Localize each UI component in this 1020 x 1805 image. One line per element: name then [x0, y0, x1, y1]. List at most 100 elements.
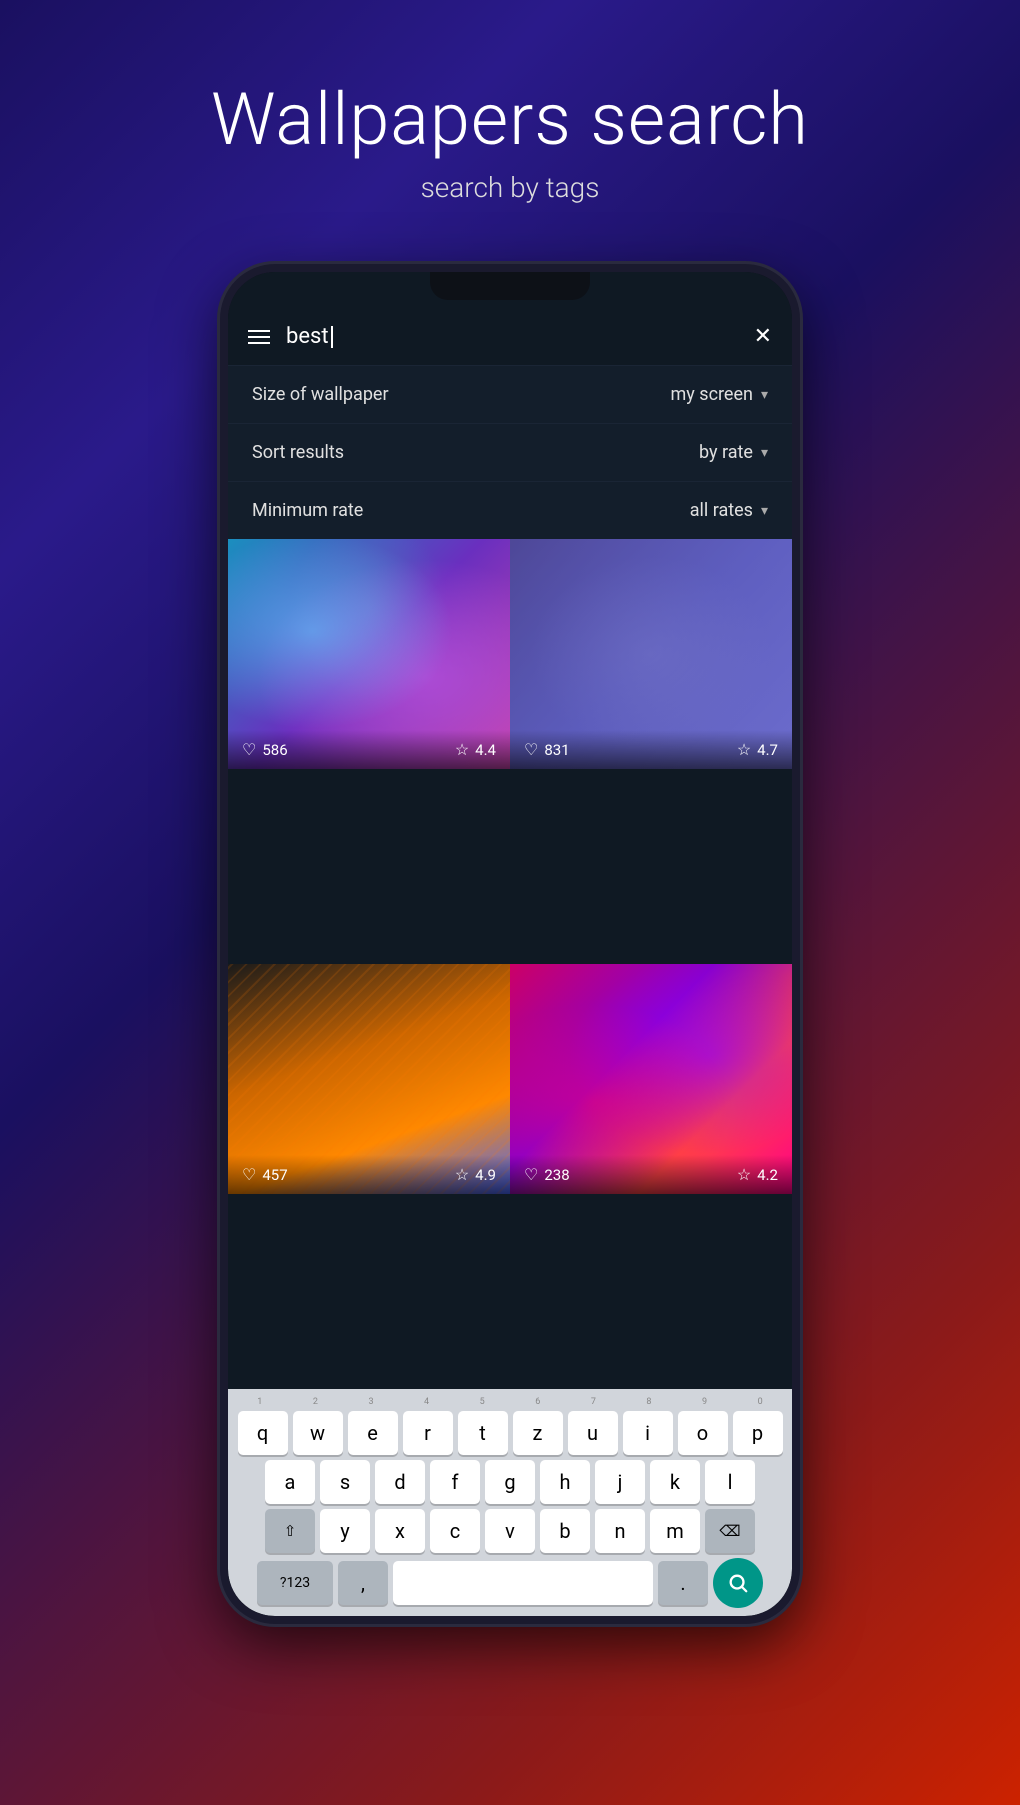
- key-x[interactable]: x: [375, 1509, 425, 1553]
- wallpaper-4-rating-value: 4.2: [757, 1166, 778, 1184]
- wallpaper-1-like-count: 586: [262, 741, 287, 759]
- hint-9: 9: [680, 1397, 730, 1407]
- key-h[interactable]: h: [540, 1460, 590, 1504]
- key-e[interactable]: e: [348, 1411, 398, 1455]
- search-query: best: [286, 324, 329, 349]
- wallpaper-2-rating-value: 4.7: [757, 741, 778, 759]
- wallpaper-2-rating: ☆ 4.7: [737, 740, 778, 759]
- wallpaper-2-overlay: ♡ 831 ☆ 4.7: [510, 730, 792, 769]
- wallpaper-1-overlay: ♡ 586 ☆ 4.4: [228, 730, 510, 769]
- phone-notch: [430, 272, 590, 300]
- wallpaper-1-rating-value: 4.4: [475, 741, 496, 759]
- shift-key[interactable]: ⇧: [265, 1509, 315, 1553]
- filter-size[interactable]: Size of wallpaper my screen ▾: [228, 365, 792, 423]
- key-w[interactable]: w: [293, 1411, 343, 1455]
- wallpaper-3-like-count: 457: [262, 1166, 287, 1184]
- star-icon-3: ☆: [455, 1165, 469, 1184]
- key-v[interactable]: v: [485, 1509, 535, 1553]
- keyboard-row-2: a s d f g h j k l: [232, 1460, 788, 1504]
- key-j[interactable]: j: [595, 1460, 645, 1504]
- key-s[interactable]: s: [320, 1460, 370, 1504]
- search-input[interactable]: best: [286, 324, 738, 349]
- key-d[interactable]: d: [375, 1460, 425, 1504]
- star-icon-4: ☆: [737, 1165, 751, 1184]
- wallpaper-3-overlay: ♡ 457 ☆ 4.9: [228, 1155, 510, 1194]
- search-button[interactable]: [713, 1558, 763, 1608]
- keyboard-row-1: q w e r t z u i o p: [232, 1411, 788, 1455]
- key-f[interactable]: f: [430, 1460, 480, 1504]
- star-icon-2: ☆: [737, 740, 751, 759]
- key-comma[interactable]: ,: [338, 1561, 388, 1605]
- key-123[interactable]: ?123: [257, 1561, 333, 1605]
- key-k[interactable]: k: [650, 1460, 700, 1504]
- phone-screen: best ✕ Size of wallpaper my screen ▾: [228, 272, 792, 1616]
- hint-1: 1: [235, 1397, 285, 1407]
- menu-button[interactable]: [248, 330, 270, 344]
- filter-rate-text: all rates: [690, 500, 753, 521]
- keyboard: 1 2 3 4 5 6 7 8 9 0 q w: [228, 1389, 792, 1616]
- key-t[interactable]: t: [458, 1411, 508, 1455]
- keyboard-row-3: ⇧ y x c v b n m ⌫: [232, 1509, 788, 1553]
- hint-2: 2: [290, 1397, 340, 1407]
- key-p[interactable]: p: [733, 1411, 783, 1455]
- hint-5: 5: [457, 1397, 507, 1407]
- wallpaper-3-rating-value: 4.9: [475, 1166, 496, 1184]
- key-u[interactable]: u: [568, 1411, 618, 1455]
- filter-sort[interactable]: Sort results by rate ▾: [228, 423, 792, 481]
- filter-rate-label: Minimum rate: [252, 500, 363, 521]
- wallpaper-2[interactable]: ♡ 831 ☆ 4.7: [510, 539, 792, 769]
- key-space[interactable]: [393, 1561, 653, 1605]
- page-background: Wallpapers search search by tags best: [0, 0, 1020, 1624]
- key-period[interactable]: .: [658, 1561, 708, 1605]
- key-y[interactable]: y: [320, 1509, 370, 1553]
- close-button[interactable]: ✕: [754, 324, 772, 349]
- heart-icon-3: ♡: [242, 1165, 256, 1184]
- key-m[interactable]: m: [650, 1509, 700, 1553]
- backspace-key[interactable]: ⌫: [705, 1509, 755, 1553]
- filter-size-text: my screen: [671, 384, 753, 405]
- hint-4: 4: [402, 1397, 452, 1407]
- image-grid: ♡ 586 ☆ 4.4 ♡: [228, 539, 792, 1389]
- key-q[interactable]: q: [238, 1411, 288, 1455]
- keyboard-number-hints: 1 2 3 4 5 6 7 8 9 0: [232, 1397, 788, 1407]
- key-b[interactable]: b: [540, 1509, 590, 1553]
- filter-sort-label: Sort results: [252, 442, 344, 463]
- wallpaper-1-likes: ♡ 586: [242, 740, 288, 759]
- wallpaper-2-likes: ♡ 831: [524, 740, 570, 759]
- wallpaper-4-rating: ☆ 4.2: [737, 1165, 778, 1184]
- filters-container: Size of wallpaper my screen ▾ Sort resul…: [228, 365, 792, 539]
- filter-rate-value[interactable]: all rates ▾: [690, 500, 768, 521]
- wallpaper-3-likes: ♡ 457: [242, 1165, 288, 1184]
- key-r[interactable]: r: [403, 1411, 453, 1455]
- hint-6: 6: [513, 1397, 563, 1407]
- key-i[interactable]: i: [623, 1411, 673, 1455]
- keyboard-row-4: ?123 , .: [232, 1558, 788, 1608]
- hint-3: 3: [346, 1397, 396, 1407]
- filter-size-value[interactable]: my screen ▾: [671, 384, 768, 405]
- page-subtitle: search by tags: [0, 171, 1020, 204]
- wallpaper-1[interactable]: ♡ 586 ☆ 4.4: [228, 539, 510, 769]
- wallpaper-4[interactable]: ♡ 238 ☆ 4.2: [510, 964, 792, 1194]
- filter-rate[interactable]: Minimum rate all rates ▾: [228, 481, 792, 539]
- filter-size-arrow: ▾: [761, 387, 768, 403]
- filter-sort-value[interactable]: by rate ▾: [699, 442, 768, 463]
- filter-rate-arrow: ▾: [761, 503, 768, 519]
- filter-sort-arrow: ▾: [761, 445, 768, 461]
- heart-icon-1: ♡: [242, 740, 256, 759]
- text-cursor: [331, 326, 333, 348]
- key-a[interactable]: a: [265, 1460, 315, 1504]
- key-n[interactable]: n: [595, 1509, 645, 1553]
- hint-7: 7: [568, 1397, 618, 1407]
- heart-icon-2: ♡: [524, 740, 538, 759]
- key-c[interactable]: c: [430, 1509, 480, 1553]
- heart-icon-4: ♡: [524, 1165, 538, 1184]
- wallpaper-4-likes: ♡ 238: [524, 1165, 570, 1184]
- key-l[interactable]: l: [705, 1460, 755, 1504]
- star-icon-1: ☆: [455, 740, 469, 759]
- key-z[interactable]: z: [513, 1411, 563, 1455]
- wallpaper-2-like-count: 831: [544, 741, 569, 759]
- wallpaper-1-rating: ☆ 4.4: [455, 740, 496, 759]
- key-o[interactable]: o: [678, 1411, 728, 1455]
- key-g[interactable]: g: [485, 1460, 535, 1504]
- wallpaper-3[interactable]: ♡ 457 ☆ 4.9: [228, 964, 510, 1194]
